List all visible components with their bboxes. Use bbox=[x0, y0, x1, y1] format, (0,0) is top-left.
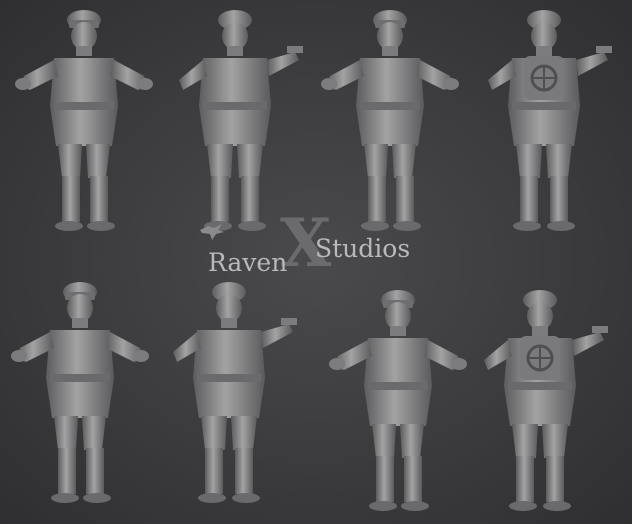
soldier-back-view-1 bbox=[160, 6, 310, 236]
soldier-back-view-backpack-2 bbox=[474, 6, 614, 236]
soldier-back-view-rifle-3 bbox=[154, 278, 304, 508]
soldier-front-view-3 bbox=[10, 278, 150, 508]
soldier-back-view-backpack-4 bbox=[470, 286, 610, 516]
soldier-front-view-4 bbox=[328, 286, 468, 516]
soldier-front-view-1 bbox=[14, 6, 154, 236]
logo-raven-text: Raven bbox=[208, 248, 288, 277]
crow-icon bbox=[200, 224, 224, 240]
logo-studios-text: Studios bbox=[315, 234, 411, 263]
miniature-render-sheet: X Raven Studios bbox=[0, 0, 632, 524]
soldier-front-view-2 bbox=[320, 6, 460, 236]
ravenx-studios-logo: X Raven Studios bbox=[196, 210, 446, 284]
